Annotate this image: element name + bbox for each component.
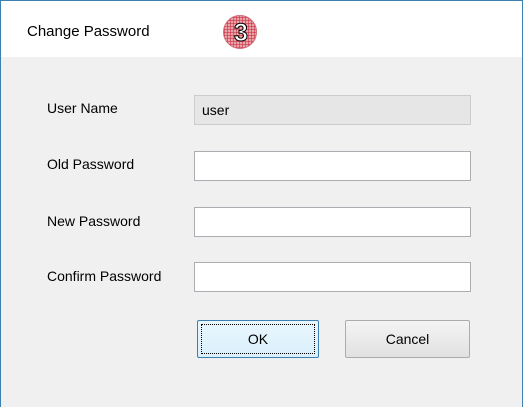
user-name-label: User Name: [47, 100, 118, 116]
confirm-password-field[interactable]: [194, 262, 471, 292]
confirm-password-label: Confirm Password: [47, 268, 162, 284]
ok-button[interactable]: OK: [197, 320, 319, 358]
step-number-badge: 3: [223, 15, 257, 49]
dialog-titlebar: Change Password 3: [1, 1, 522, 57]
cancel-button-label: Cancel: [385, 331, 430, 347]
old-password-field[interactable]: [194, 151, 471, 181]
cancel-button[interactable]: Cancel: [345, 320, 470, 358]
new-password-label: New Password: [47, 213, 141, 229]
new-password-field[interactable]: [194, 207, 471, 237]
dialog-title: Change Password: [27, 23, 150, 40]
step-number: 3: [234, 19, 249, 48]
ok-button-label: OK: [247, 331, 269, 347]
user-name-field: [194, 95, 471, 125]
change-password-dialog: Change Password 3 User Name Old Password…: [0, 0, 523, 407]
old-password-label: Old Password: [47, 156, 135, 172]
